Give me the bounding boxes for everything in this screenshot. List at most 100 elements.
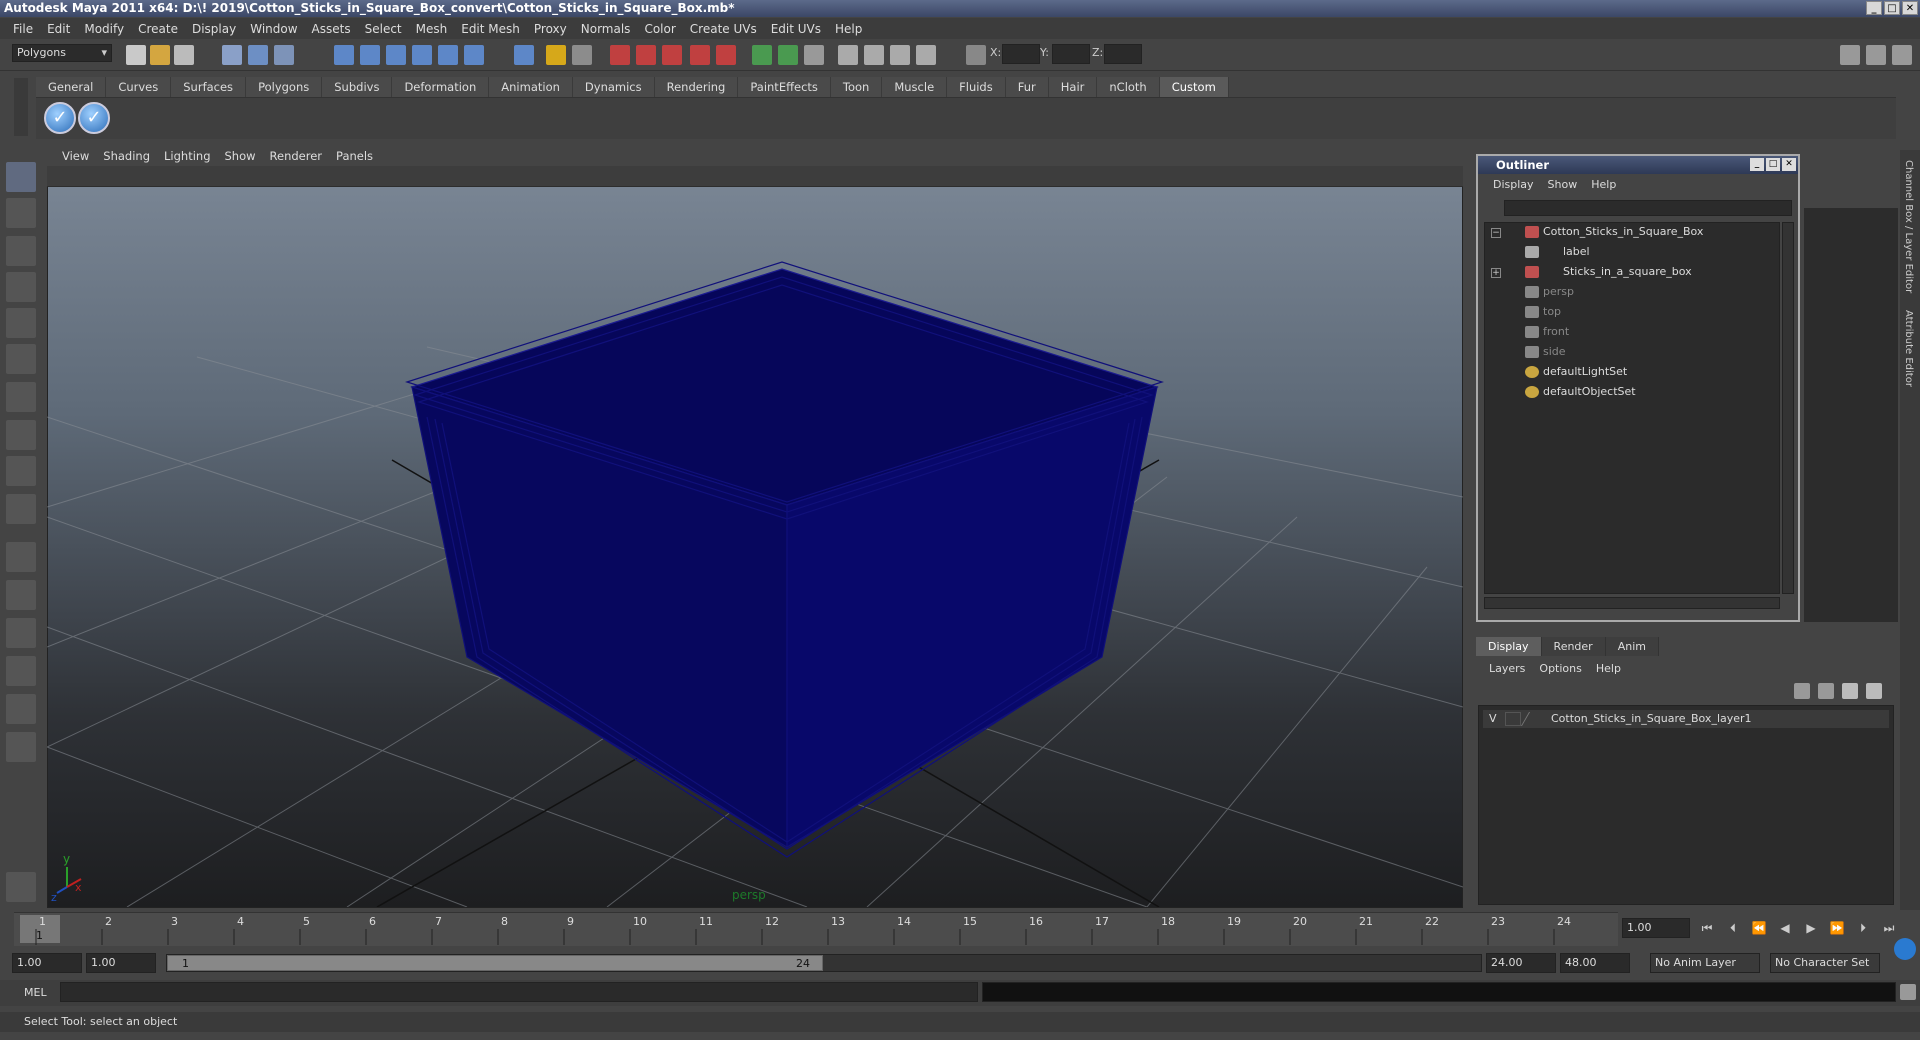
select-hierarchy-icon[interactable] — [222, 45, 242, 65]
manipulator-tool-icon[interactable] — [6, 382, 36, 412]
new-scene-icon[interactable] — [126, 45, 146, 65]
menu-edit-mesh[interactable]: Edit Mesh — [454, 22, 527, 36]
play-forwards-icon[interactable]: ▶ — [1802, 920, 1820, 936]
viewport-menu-view[interactable]: View — [55, 149, 96, 163]
tab-dynamics[interactable]: Dynamics — [572, 77, 655, 97]
tab-subdivs[interactable]: Subdivs — [322, 77, 393, 97]
tab-channel-box-layer-editor[interactable]: Channel Box / Layer Editor — [1903, 160, 1914, 293]
range-slider-thumb[interactable]: 1 24 — [167, 955, 823, 971]
snap-plane-icon[interactable] — [412, 45, 432, 65]
x-coord-field[interactable] — [1002, 44, 1040, 64]
empty-layer-icon[interactable] — [1818, 683, 1834, 699]
menu-create-uvs[interactable]: Create UVs — [683, 22, 764, 36]
graph-layout-icon[interactable] — [6, 732, 36, 762]
command-input[interactable] — [60, 982, 978, 1002]
tab-hair[interactable]: Hair — [1048, 77, 1098, 97]
camera-tumble-icon[interactable] — [864, 45, 884, 65]
ipr-render-icon[interactable] — [662, 45, 682, 65]
select-object-icon[interactable] — [248, 45, 268, 65]
step-back-icon[interactable]: ⏴ — [1724, 920, 1742, 936]
tab-attribute-editor[interactable]: Attribute Editor — [1903, 310, 1914, 387]
tab-painteffects[interactable]: PaintEffects — [738, 77, 831, 97]
outliner-item[interactable]: side — [1525, 343, 1566, 361]
outliner-item[interactable]: Sticks_in_a_square_box — [1525, 263, 1692, 281]
playback-start-field[interactable]: 1.00 — [86, 953, 156, 973]
play-backwards-icon[interactable]: ◀ — [1776, 920, 1794, 936]
four-view-layout-icon[interactable] — [6, 580, 36, 610]
menu-window[interactable]: Window — [243, 22, 304, 36]
playback-end-field[interactable]: 24.00 — [1486, 953, 1556, 973]
menu-select[interactable]: Select — [358, 22, 409, 36]
viewport-menu-panels[interactable]: Panels — [329, 149, 380, 163]
outliner-item[interactable]: defaultObjectSet — [1525, 383, 1636, 401]
persp-graph-layout-icon[interactable] — [6, 656, 36, 686]
toggle-tool-settings-icon[interactable] — [1866, 45, 1886, 65]
auto-key-icon[interactable] — [1894, 938, 1916, 960]
command-language-label[interactable]: MEL — [24, 986, 47, 999]
outliner-vertical-scrollbar[interactable] — [1782, 222, 1794, 594]
tab-anim-layers[interactable]: Anim — [1605, 637, 1659, 656]
outliner-minimize-button[interactable]: _ — [1750, 158, 1764, 171]
lasso-tool-icon[interactable] — [6, 198, 36, 228]
snap-curve-icon[interactable] — [360, 45, 380, 65]
toggle-attribute-editor-icon[interactable] — [1840, 45, 1860, 65]
save-scene-icon[interactable] — [174, 45, 194, 65]
tab-muscle[interactable]: Muscle — [882, 77, 948, 97]
tab-rendering[interactable]: Rendering — [654, 77, 739, 97]
outliner-item[interactable]: persp — [1525, 283, 1574, 301]
select-by-name-icon[interactable] — [804, 45, 824, 65]
tab-fur[interactable]: Fur — [1005, 77, 1049, 97]
outliner-close-button[interactable]: ✕ — [1782, 158, 1796, 171]
tab-deformation[interactable]: Deformation — [392, 77, 490, 97]
open-scene-icon[interactable] — [150, 45, 170, 65]
select-component-icon[interactable] — [274, 45, 294, 65]
step-forward-key-icon[interactable]: ⏩ — [1828, 920, 1846, 936]
snap-surface-icon[interactable] — [438, 45, 458, 65]
help-question-icon[interactable] — [514, 45, 534, 65]
paint-select-tool-icon[interactable] — [6, 236, 36, 266]
outliner-filter-input[interactable] — [1504, 200, 1792, 216]
tab-display-layers[interactable]: Display — [1476, 637, 1542, 656]
snap-point-icon[interactable] — [386, 45, 406, 65]
layer-color-swatch[interactable] — [1520, 712, 1544, 726]
tab-animation[interactable]: Animation — [489, 77, 573, 97]
outliner-title-bar[interactable]: Outliner _ □ ✕ — [1478, 156, 1798, 174]
animation-end-field[interactable]: 48.00 — [1560, 953, 1630, 973]
step-forward-icon[interactable]: ⏵ — [1854, 920, 1872, 936]
layer-menu-layers[interactable]: Layers — [1482, 662, 1532, 675]
viewport-menu-show[interactable]: Show — [218, 149, 263, 163]
tab-toon[interactable]: Toon — [830, 77, 883, 97]
outliner-item[interactable]: Cotton_Sticks_in_Square_Box — [1525, 223, 1703, 241]
outliner-item[interactable]: defaultLightSet — [1525, 363, 1627, 381]
layout-icon[interactable] — [6, 494, 36, 524]
go-to-end-icon[interactable]: ⏭ — [1880, 920, 1898, 936]
select-tool-icon[interactable] — [6, 162, 36, 192]
menu-display[interactable]: Display — [185, 22, 243, 36]
render-settings-icon[interactable] — [690, 45, 710, 65]
viewport-scene[interactable]: y x z — [47, 187, 1463, 907]
layer-row[interactable]: V Cotton_Sticks_in_Square_Box_layer1 — [1483, 710, 1889, 728]
tab-fluids[interactable]: Fluids — [947, 77, 1006, 97]
menu-help[interactable]: Help — [828, 22, 869, 36]
checkmark-icon[interactable]: ✓ — [78, 102, 110, 134]
step-back-key-icon[interactable]: ⏪ — [1750, 920, 1768, 936]
collapse-toggle[interactable]: − — [1491, 228, 1501, 238]
menu-edit[interactable]: Edit — [40, 22, 77, 36]
layer-menu-help[interactable]: Help — [1589, 662, 1628, 675]
viewport-menu-lighting[interactable]: Lighting — [157, 149, 217, 163]
hypershade-layout-icon[interactable] — [6, 694, 36, 724]
rotate-tool-icon[interactable] — [6, 308, 36, 338]
anim-layer-dropdown[interactable]: No Anim Layer — [1650, 953, 1760, 973]
last-tool-icon[interactable] — [6, 456, 36, 486]
toggle-channel-box-icon[interactable] — [1892, 45, 1912, 65]
outliner-menu-help[interactable]: Help — [1584, 178, 1623, 191]
single-perspective-layout-icon[interactable] — [6, 542, 36, 572]
character-set-dropdown[interactable]: No Character Set — [1770, 953, 1880, 973]
input-field-mode-icon[interactable] — [752, 45, 772, 65]
outliner-menu-show[interactable]: Show — [1541, 178, 1585, 191]
menu-assets[interactable]: Assets — [305, 22, 358, 36]
layer-options-icon[interactable] — [1794, 683, 1810, 699]
snap-view-icon[interactable] — [464, 45, 484, 65]
minimize-button[interactable]: _ — [1866, 1, 1882, 15]
layer-visibility-toggle[interactable]: V — [1489, 710, 1497, 728]
